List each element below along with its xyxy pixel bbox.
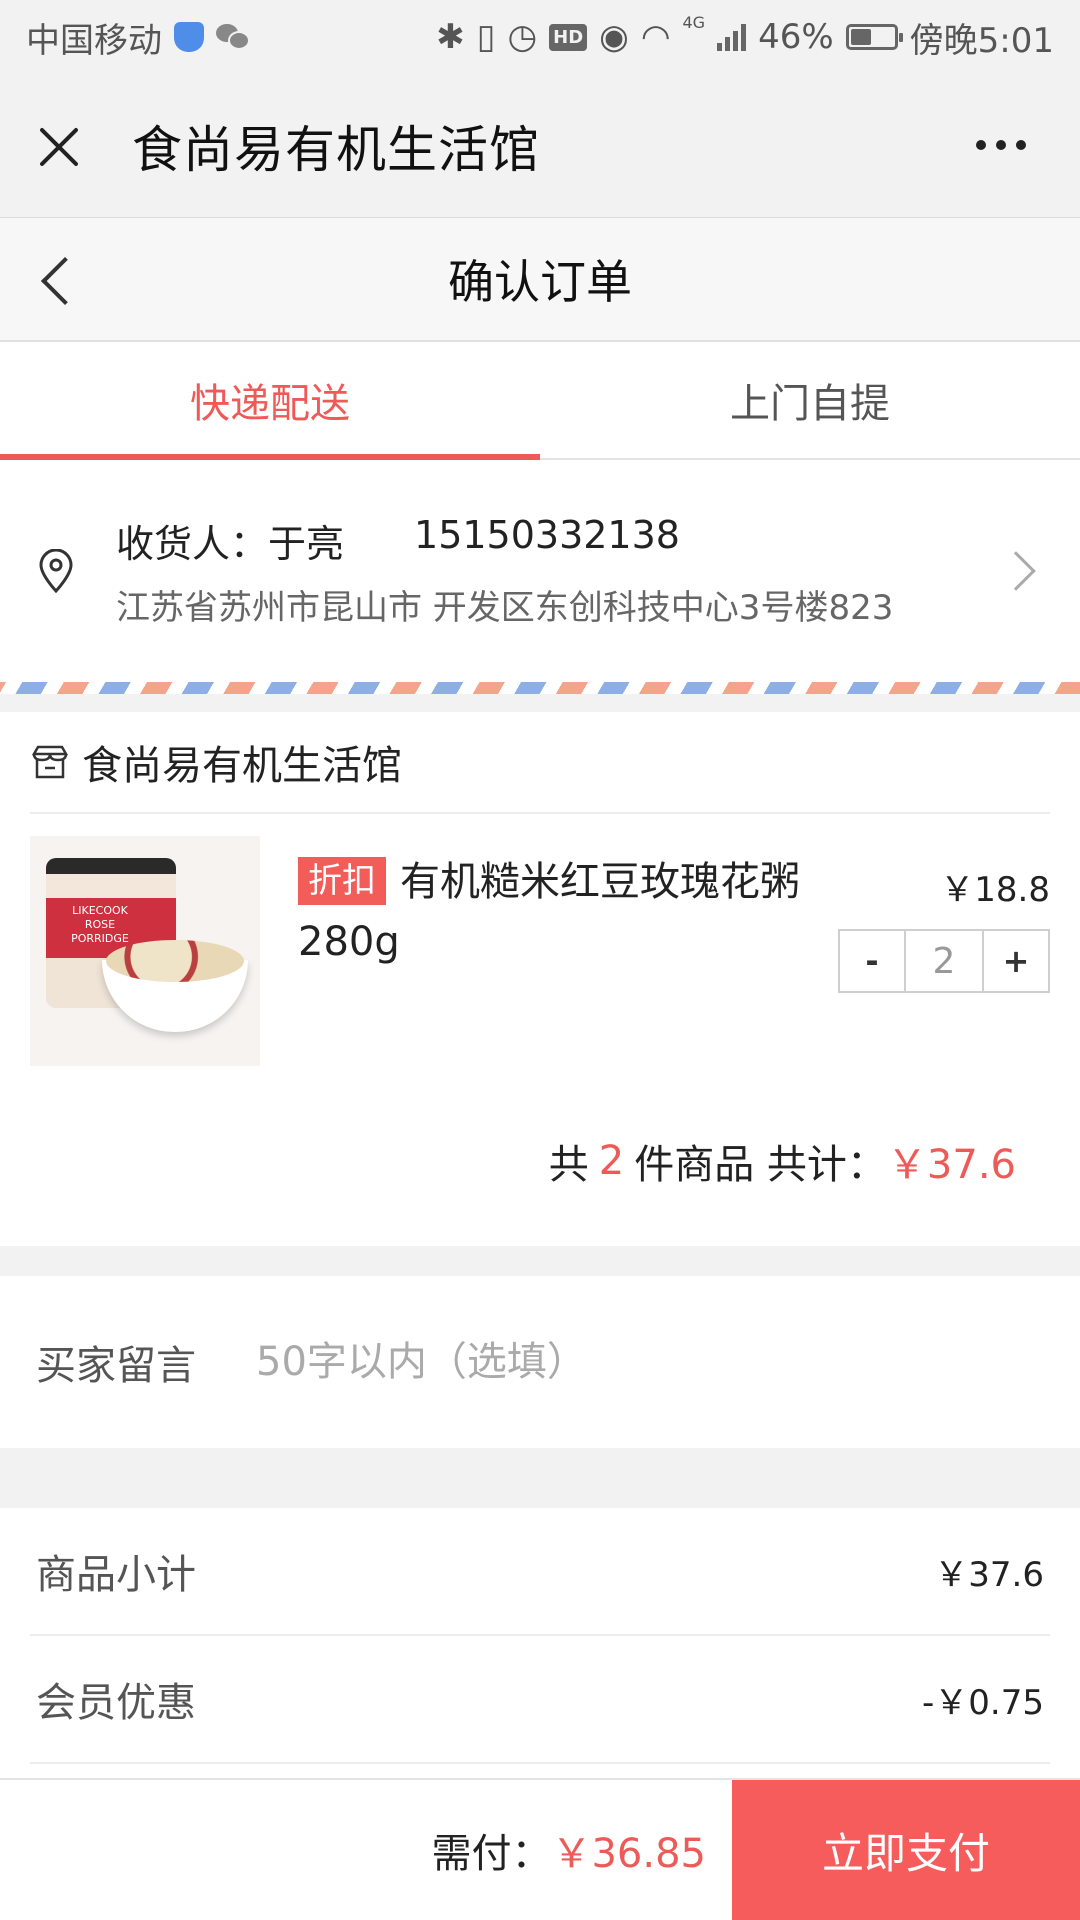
increase-button[interactable]: + xyxy=(984,931,1048,991)
delivery-tabs: 快递配送 上门自提 xyxy=(0,342,1080,460)
fee-row-member-discount: 会员优惠 -￥0.75 xyxy=(30,1636,1050,1764)
status-right: ✱ ▯ ◷ HD ◉ ◠ 4G 46% 傍晚5:01 xyxy=(436,13,1054,62)
hd-icon: HD xyxy=(549,23,588,51)
summary-middle: 件商品 共计： xyxy=(634,1142,887,1188)
pay-summary: 需付： ￥36.85 xyxy=(0,1780,732,1920)
decrease-button[interactable]: - xyxy=(840,931,904,991)
wifi-icon: ◠ xyxy=(640,17,671,57)
alarm-icon: ◷ xyxy=(507,17,538,57)
chevron-right-icon xyxy=(996,551,1036,591)
signal-icon xyxy=(717,23,747,51)
section-divider xyxy=(0,694,1080,712)
summary-total: ￥37.6 xyxy=(886,1142,1016,1188)
message-label: 买家留言 xyxy=(36,1343,196,1389)
order-summary: 共 2 件商品 共计： ￥37.6 xyxy=(30,1076,1050,1246)
status-bar: 中国移动 ✱ ▯ ◷ HD ◉ ◠ 4G 46% 傍晚5:01 xyxy=(0,0,1080,74)
porridge-image xyxy=(106,940,244,982)
summary-prefix: 共 xyxy=(548,1142,589,1188)
pay-amount: ￥36.85 xyxy=(551,1831,706,1877)
summary-count: 2 xyxy=(598,1138,625,1184)
location-pin-icon xyxy=(36,548,76,594)
image-brand-text: LIKECOOK xyxy=(72,904,128,917)
tab-express-delivery[interactable]: 快递配送 xyxy=(0,342,540,460)
page-nav: 确认订单 xyxy=(0,218,1080,342)
battery-icon xyxy=(845,24,903,50)
product-price: ￥18.8 xyxy=(940,870,1050,910)
store-header: 食尚易有机生活馆 xyxy=(30,712,1050,814)
vibrate-icon: ▯ xyxy=(476,17,496,57)
store-section: 食尚易有机生活馆 LIKECOOK ROSE PORRIDGE 折扣 有机糙米红豆… xyxy=(0,712,1080,1246)
section-divider xyxy=(0,1448,1080,1508)
close-icon[interactable] xyxy=(36,123,82,169)
product-info: 折扣 有机糙米红豆玫瑰花粥280g xyxy=(298,836,840,1076)
message-input[interactable] xyxy=(256,1339,1044,1385)
bottom-pay-bar: 需付： ￥36.85 立即支付 xyxy=(0,1778,1080,1920)
bluetooth-icon: ✱ xyxy=(436,17,465,57)
shield-icon xyxy=(174,22,204,52)
receiver-name: 收货人：于亮 xyxy=(116,522,345,566)
address-body: 收货人：于亮 15150332138 江苏省苏州市昆山市 开发区东创科技中心3号… xyxy=(116,513,1002,629)
product-title[interactable]: 折扣 有机糙米红豆玫瑰花粥280g xyxy=(298,852,840,972)
fee-label: 会员优惠 xyxy=(36,1680,196,1726)
app-title: 食尚易有机生活馆 xyxy=(132,120,540,179)
fee-value: ￥37.6 xyxy=(934,1554,1044,1595)
discount-tag: 折扣 xyxy=(298,857,386,905)
image-sub-text: ROSE PORRIDGE xyxy=(71,918,129,945)
clock: 傍晚5:01 xyxy=(909,20,1054,61)
tab-self-pickup[interactable]: 上门自提 xyxy=(540,342,1080,458)
quantity-value[interactable]: 2 xyxy=(904,931,984,991)
receiver-phone: 15150332138 xyxy=(414,513,680,557)
pay-now-button[interactable]: 立即支付 xyxy=(732,1780,1080,1920)
product-image[interactable]: LIKECOOK ROSE PORRIDGE xyxy=(30,836,260,1066)
battery-percent: 46% xyxy=(758,17,834,57)
wechat-icon xyxy=(216,24,250,50)
fee-row-subtotal: 商品小计 ￥37.6 xyxy=(30,1508,1050,1636)
page-title: 确认订单 xyxy=(448,255,632,309)
product-price-area: ￥18.8 - 2 + xyxy=(838,836,1050,1076)
back-icon[interactable] xyxy=(30,250,90,310)
airmail-divider xyxy=(0,682,1080,694)
buyer-message-row: 买家留言 xyxy=(0,1276,1080,1448)
more-icon[interactable] xyxy=(976,140,1026,150)
product-item: LIKECOOK ROSE PORRIDGE 折扣 有机糙米红豆玫瑰花粥280g … xyxy=(30,814,1050,1076)
carrier-name: 中国移动 xyxy=(26,20,162,61)
jar-label: LIKECOOK ROSE PORRIDGE xyxy=(60,904,140,946)
address-detail: 江苏省苏州市昆山市 开发区东创科技中心3号楼823 xyxy=(116,588,894,628)
fee-label: 商品小计 xyxy=(36,1552,196,1598)
network-type: 4G xyxy=(682,12,706,32)
eye-icon: ◉ xyxy=(599,17,629,57)
app-header: 食尚易有机生活馆 xyxy=(0,74,1080,218)
quantity-stepper: - 2 + xyxy=(838,929,1050,993)
fee-value: -￥0.75 xyxy=(922,1682,1044,1723)
battery-fill xyxy=(850,29,871,45)
pay-label: 需付： xyxy=(431,1831,552,1877)
fee-list: 商品小计 ￥37.6 会员优惠 -￥0.75 xyxy=(0,1508,1080,1764)
address-card[interactable]: 收货人：于亮 15150332138 江苏省苏州市昆山市 开发区东创科技中心3号… xyxy=(0,460,1080,682)
address-line-1: 收货人：于亮 15150332138 xyxy=(116,513,1002,568)
store-icon xyxy=(31,745,69,779)
section-divider xyxy=(0,1246,1080,1276)
status-left: 中国移动 xyxy=(26,13,250,62)
store-name: 食尚易有机生活馆 xyxy=(82,743,402,789)
